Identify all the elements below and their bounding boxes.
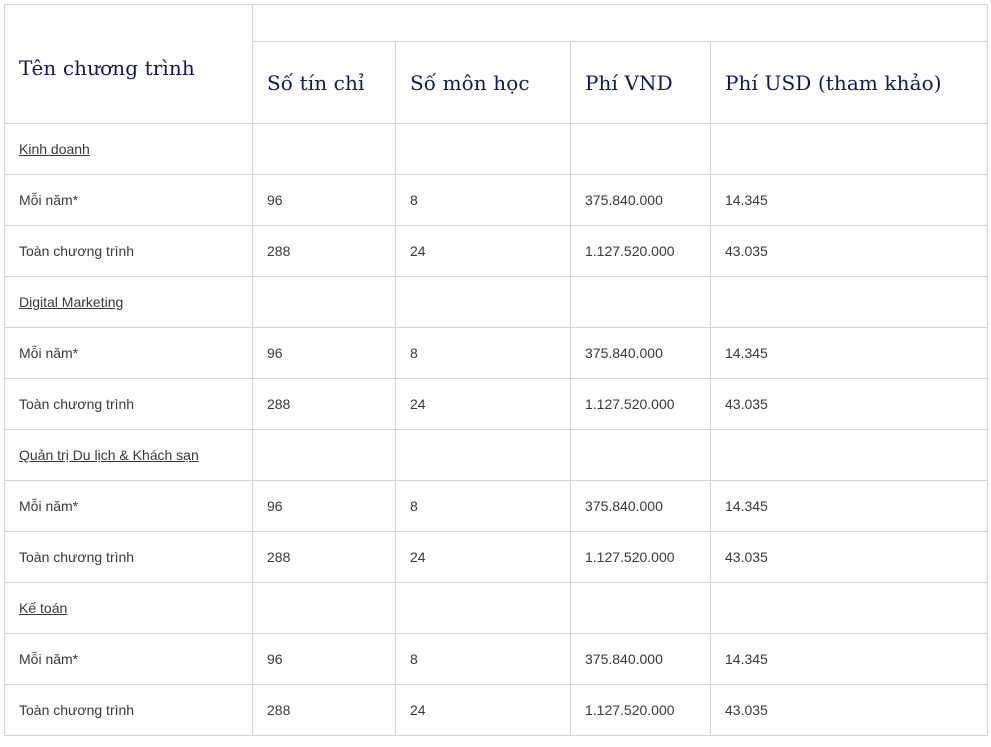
program-link[interactable]: Kế toán	[19, 600, 67, 616]
section-name-cell: Quản trị Du lịch & Khách sạn	[4, 429, 253, 481]
table-header-row: Tên chương trình	[4, 4, 988, 124]
row-label-cell: Mỗi năm*	[4, 174, 253, 226]
subjects-cell: 24	[395, 531, 571, 583]
fee-usd-cell: 43.035	[710, 225, 988, 277]
empty-cell	[570, 123, 711, 175]
fee-vnd-cell: 1.127.520.000	[570, 225, 711, 277]
empty-cell	[395, 123, 571, 175]
fee-usd-cell: 14.345	[710, 633, 988, 685]
empty-cell	[395, 429, 571, 481]
header-spacer-cell	[252, 4, 988, 42]
row-label-cell: Mỗi năm*	[4, 480, 253, 532]
empty-cell	[710, 276, 988, 328]
credits-cell: 96	[252, 633, 396, 685]
empty-cell	[252, 276, 396, 328]
program-link[interactable]: Kinh doanh	[19, 141, 90, 157]
table-row: Mỗi năm* 96 8 375.840.000 14.345	[4, 633, 988, 685]
row-label-cell: Toàn chương trình	[4, 378, 253, 430]
empty-cell	[252, 429, 396, 481]
fee-vnd-cell: 375.840.000	[570, 174, 711, 226]
section-name-cell: Digital Marketing	[4, 276, 253, 328]
fee-usd-cell: 14.345	[710, 174, 988, 226]
program-name-header: Tên chương trình	[4, 4, 253, 124]
subjects-cell: 24	[395, 378, 571, 430]
empty-cell	[252, 582, 396, 634]
credits-cell: 288	[252, 378, 396, 430]
table-row: Mỗi năm* 96 8 375.840.000 14.345	[4, 480, 988, 532]
fee-vnd-cell: 375.840.000	[570, 480, 711, 532]
section-name-cell: Kinh doanh	[4, 123, 253, 175]
subjects-cell: 8	[395, 174, 571, 226]
program-link[interactable]: Quản trị Du lịch & Khách sạn	[19, 447, 199, 463]
fee-vnd-cell: 1.127.520.000	[570, 531, 711, 583]
section-row: Quản trị Du lịch & Khách sạn	[4, 429, 988, 481]
subjects-cell: 8	[395, 633, 571, 685]
row-label-cell: Toàn chương trình	[4, 684, 253, 736]
program-link[interactable]: Digital Marketing	[19, 294, 123, 310]
subjects-cell: 24	[395, 225, 571, 277]
section-name-cell: Kế toán	[4, 582, 253, 634]
empty-cell	[710, 123, 988, 175]
section-row: Digital Marketing	[4, 276, 988, 328]
empty-cell	[570, 276, 711, 328]
fee-vnd-cell: 1.127.520.000	[570, 378, 711, 430]
fee-usd-cell: 14.345	[710, 480, 988, 532]
subjects-header: Số môn học	[395, 41, 571, 124]
row-label-cell: Toàn chương trình	[4, 531, 253, 583]
fee-usd-cell: 43.035	[710, 684, 988, 736]
section-row: Kế toán	[4, 582, 988, 634]
table-row: Toàn chương trình 288 24 1.127.520.000 43.03…	[4, 225, 988, 277]
empty-cell	[710, 429, 988, 481]
empty-cell	[570, 429, 711, 481]
credits-cell: 288	[252, 225, 396, 277]
empty-cell	[710, 582, 988, 634]
empty-cell	[395, 276, 571, 328]
credits-cell: 96	[252, 174, 396, 226]
fee-usd-cell: 43.035	[710, 531, 988, 583]
fee-usd-cell: 14.345	[710, 327, 988, 379]
section-row: Kinh doanh	[4, 123, 988, 175]
table-row: Toàn chương trình 288 24 1.127.520.000 43.03…	[4, 378, 988, 430]
tuition-fee-table: Tên chương trình Số tín chỉ Số môn học P…	[4, 4, 988, 736]
table-row: Toàn chương trình 288 24 1.127.520.000 43.03…	[4, 684, 988, 736]
fee-vnd-cell: 375.840.000	[570, 633, 711, 685]
credits-header: Số tín chỉ	[252, 41, 396, 124]
empty-cell	[252, 123, 396, 175]
fee-vnd-header: Phí VND	[570, 41, 711, 124]
table-row: Mỗi năm* 96 8 375.840.000 14.345	[4, 174, 988, 226]
credits-cell: 96	[252, 327, 396, 379]
table-row: Mỗi năm* 96 8 375.840.000 14.345	[4, 327, 988, 379]
row-label-cell: Mỗi năm*	[4, 327, 253, 379]
empty-cell	[395, 582, 571, 634]
credits-cell: 96	[252, 480, 396, 532]
table-body: Kinh doanh Mỗi năm* 96 8 375.840.000 14.345 To…	[4, 123, 988, 736]
row-label-cell: Toàn chương trình	[4, 225, 253, 277]
credits-cell: 288	[252, 531, 396, 583]
fee-usd-header: Phí USD (tham khảo)	[710, 41, 988, 124]
row-label-cell: Mỗi năm*	[4, 633, 253, 685]
table-row: Toàn chương trình 288 24 1.127.520.000 43.03…	[4, 531, 988, 583]
empty-cell	[570, 582, 711, 634]
fee-usd-cell: 43.035	[710, 378, 988, 430]
subjects-cell: 8	[395, 480, 571, 532]
fee-vnd-cell: 1.127.520.000	[570, 684, 711, 736]
credits-cell: 288	[252, 684, 396, 736]
fee-vnd-cell: 375.840.000	[570, 327, 711, 379]
subjects-cell: 8	[395, 327, 571, 379]
subjects-cell: 24	[395, 684, 571, 736]
